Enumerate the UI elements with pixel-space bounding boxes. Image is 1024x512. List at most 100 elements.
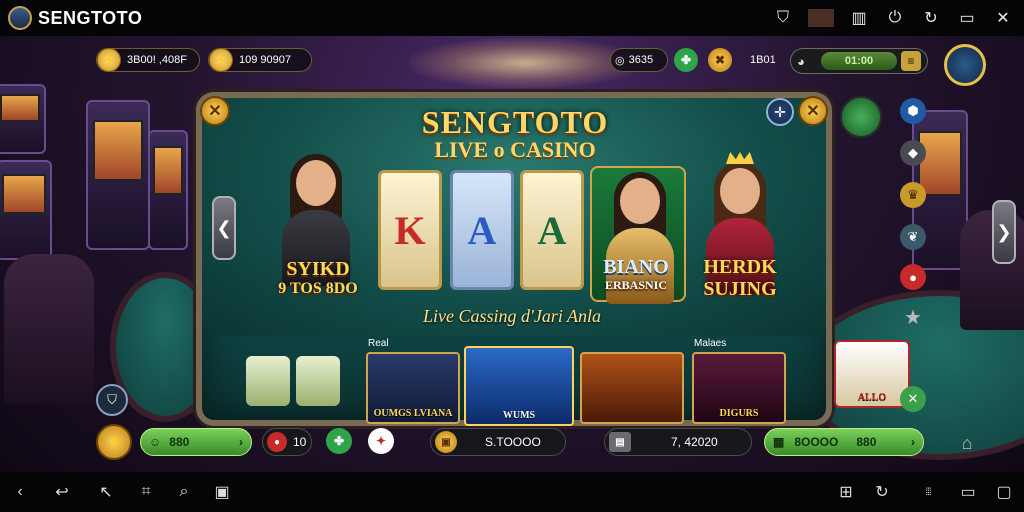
clover-icon[interactable]: ✤ — [674, 48, 698, 72]
chip-icon[interactable]: ● — [900, 264, 926, 290]
cursor-icon[interactable]: ↖ — [94, 480, 118, 504]
star-icon[interactable]: ★ — [900, 304, 926, 330]
stat-2-value: 1B01 — [750, 54, 776, 66]
playing-card-1[interactable]: K — [378, 170, 442, 290]
coin-icon[interactable]: ⚡ — [96, 424, 132, 460]
banner-logo: SENGTOTO LIVE o CASINO — [420, 104, 610, 163]
game-tiles-row: Real OUMGS LVIANA WUMS Malaes DIGURS — [202, 338, 826, 426]
search-icon[interactable]: ⌕ — [172, 480, 196, 504]
coin-icon: ⚡ — [97, 48, 121, 72]
lock-icon: ▣ — [435, 431, 457, 453]
timer-value: 01:00 — [821, 52, 897, 70]
betbar-balance: 880 — [169, 435, 190, 449]
live-casino-panel: SENGTOTO LIVE o CASINO ✕ ✛ ✕ SYIKD 9 TOS… — [196, 92, 832, 426]
balance-pill[interactable]: ☺ 880 › — [140, 428, 252, 456]
chat-icon[interactable]: ▭ — [956, 480, 980, 504]
next-arrow-button[interactable]: ❯ — [992, 200, 1016, 264]
power-icon[interactable]: ⏻ — [884, 7, 906, 29]
banner-logo-subtitle: LIVE o CASINO — [434, 137, 596, 162]
trophy-icon[interactable]: ♛ — [900, 182, 926, 208]
amount-pill[interactable]: ▣ S.TOOOO — [430, 428, 566, 456]
chevron-right-icon: › — [239, 435, 243, 449]
keyboard-icon[interactable]: ⌗ — [134, 480, 158, 504]
game-tile-5[interactable]: ALLO — [834, 340, 910, 408]
win-pill[interactable]: ▦ 8OOOO 880 › — [764, 428, 924, 456]
playing-card-2[interactable]: A — [450, 170, 514, 290]
roulette-ball-icon[interactable] — [840, 96, 882, 138]
slot-machine-decor — [148, 130, 188, 250]
betbar-win-2: 880 — [856, 435, 877, 449]
chat-icon[interactable]: ▭ — [956, 7, 978, 29]
player-avatar[interactable] — [944, 44, 986, 86]
app-title: SENGTOTO — [38, 7, 143, 28]
menu-icon[interactable]: ≡ — [901, 51, 921, 71]
betbar-chips: 10 — [293, 435, 307, 449]
gamepad-icon[interactable]: ⊞ — [834, 480, 858, 504]
clock-icon: ◕ — [797, 53, 805, 69]
shield-badge-icon[interactable]: ⬢ — [900, 98, 926, 124]
diamond-icon[interactable]: ◆ — [900, 140, 926, 166]
game-tile-4[interactable]: DIGURS — [692, 352, 786, 424]
app-logo — [8, 6, 32, 30]
clover-button[interactable]: ✤ — [326, 428, 352, 454]
game-tile-2[interactable]: WUMS — [464, 346, 574, 426]
back-icon[interactable]: ‹ — [8, 480, 32, 504]
clover-icon[interactable]: ✕ — [900, 386, 926, 412]
game-tile-3[interactable] — [580, 352, 684, 424]
game-tile-2-caption: WUMS — [502, 410, 536, 421]
dealer-right-name: HERDK — [703, 256, 777, 278]
slot-machine-decor — [86, 100, 150, 250]
window-icon[interactable]: ▢ — [992, 480, 1016, 504]
wager-pill[interactable]: ▤ 7, 42020 — [604, 428, 752, 456]
screenshot-icon[interactable]: ▣ — [210, 480, 234, 504]
settings-icon[interactable]: ✕ — [992, 7, 1014, 29]
chevron-right-icon: › — [911, 435, 915, 449]
system-nav-bar: ‹ ↩ ↖ ⌗ ⌕ ▣ ⊞ ↻ ⁞⁞⁞ ▭ ▢ — [0, 472, 1024, 512]
game-tile-4-caption: DIGURS — [719, 408, 759, 419]
game-tile-1[interactable]: OUMGS LVIANA — [366, 352, 460, 424]
stat-1-value: 3635 — [628, 54, 654, 66]
balance-pill-1[interactable]: ⚡ 3B00! ,408F — [96, 48, 200, 72]
close-left-button[interactable]: ✕ — [200, 96, 230, 126]
slot-machine-decor — [0, 84, 46, 154]
shield-icon[interactable]: ⛉ — [96, 384, 128, 416]
dealer-left-name: SYIKD — [286, 258, 350, 280]
close-right-button[interactable]: ✕ — [798, 96, 828, 126]
stat-pill-2: 1B01 — [740, 48, 784, 72]
stat-pill-1: ◎ 3635 — [610, 48, 668, 72]
banner-logo-title: SENGTOTO — [421, 104, 609, 140]
section-label-left: Real — [368, 338, 389, 349]
chandelier-light — [410, 38, 640, 88]
return-icon[interactable]: ↩ — [50, 480, 74, 504]
timer-pill[interactable]: ◕ 01:00 ≡ — [790, 48, 928, 74]
refresh-icon[interactable]: ↻ — [920, 7, 942, 29]
betbar-wager: 7, 42020 — [671, 435, 718, 449]
slot-machine-decor — [0, 160, 52, 260]
bet-bar: ⚡ ☺ 880 › ● 10 ✤ ✦ ▣ S.TOOOO ▤ 7, 42020 … — [92, 424, 928, 460]
game-tile-5-caption: ALLO — [857, 392, 887, 403]
balance-pill-2[interactable]: ⚡ 109 90907 — [208, 48, 312, 72]
top-status-bar: SENGTOTO ⛉ ▥ ⏻ ↻ ▭ ✕ — [0, 0, 1024, 36]
dealer-left-subtitle: 9 TOS 8DO — [278, 280, 358, 297]
home-icon[interactable]: ⌂ — [954, 430, 980, 456]
cash-icon: ▤ — [609, 432, 631, 452]
refresh-icon[interactable]: ↻ — [870, 480, 894, 504]
betbar-amount: S.TOOOO — [485, 435, 541, 449]
topbar-icon-group: ⛉ ▥ ⏻ ↻ ▭ ✕ — [772, 0, 1014, 36]
featured-banner: SENGTOTO LIVE o CASINO ✕ ✛ ✕ SYIKD 9 TOS… — [200, 96, 828, 336]
leaf-icon[interactable]: ❦ — [900, 224, 926, 250]
chip-cup-icon[interactable] — [296, 356, 340, 406]
chips-pill[interactable]: ● 10 — [262, 428, 312, 456]
section-label-right: Malaes — [694, 338, 727, 349]
gift-icon[interactable]: ✖ — [708, 48, 732, 72]
color-swatch — [808, 9, 834, 27]
chip-cup-icon[interactable] — [246, 356, 290, 406]
grid-icon[interactable]: ⁞⁞⁞ — [916, 480, 940, 504]
signal-bars-icon: ▥ — [851, 10, 867, 27]
prev-arrow-button[interactable]: ❮ — [212, 196, 236, 260]
token-button[interactable]: ✦ — [368, 428, 394, 454]
chip-icon: ● — [267, 432, 287, 452]
crown-icon — [726, 152, 754, 164]
shield-icon[interactable]: ⛉ — [772, 7, 794, 29]
settings-icon[interactable]: ✛ — [766, 98, 794, 126]
